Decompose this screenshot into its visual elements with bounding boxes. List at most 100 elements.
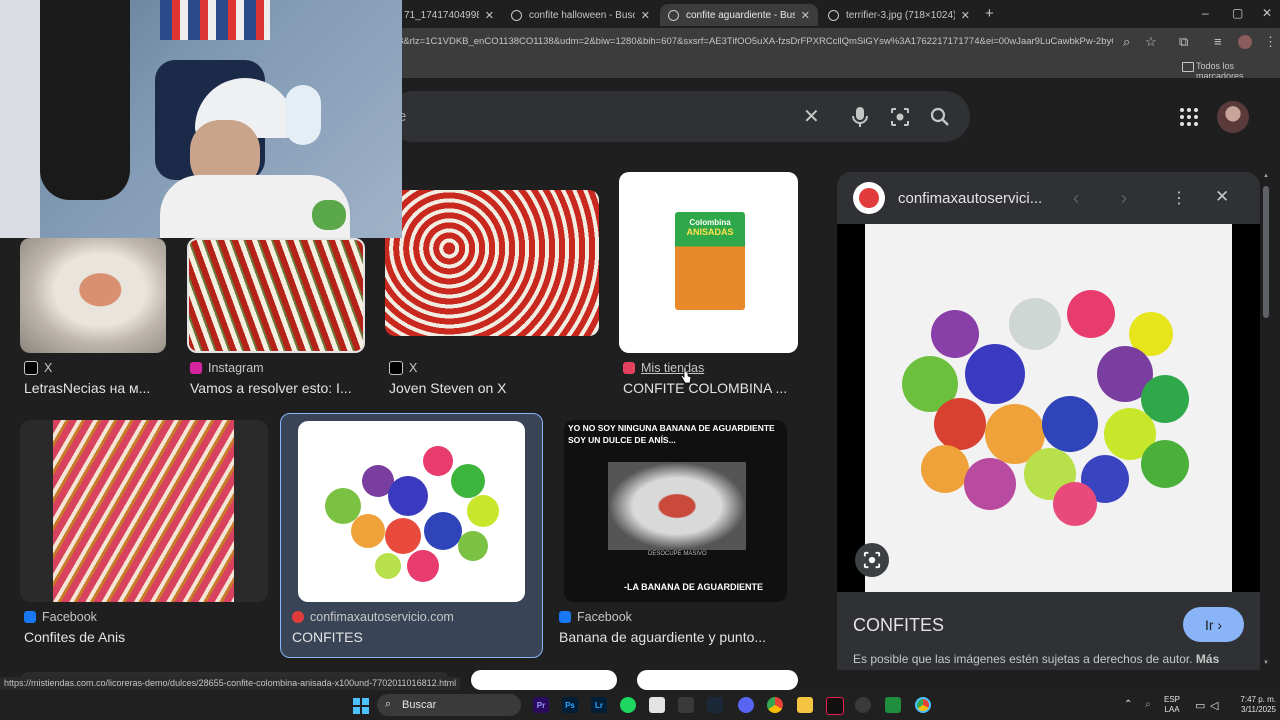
result-caption-5[interactable]: Confites de Anis: [24, 629, 125, 645]
tab-1[interactable]: 71_174174049983338 ✕: [396, 4, 502, 26]
visit-label: Ir: [1204, 616, 1214, 633]
result-image-1[interactable]: [20, 238, 166, 353]
microphone-icon[interactable]: [852, 106, 868, 133]
result-caption-3[interactable]: Joven Steven on X: [389, 380, 507, 396]
scroll-up-icon[interactable]: ▲: [1263, 173, 1269, 179]
close-window-button[interactable]: ✕: [1262, 6, 1272, 20]
tab-3[interactable]: confite aguardiente - Buscar con Google …: [660, 4, 818, 26]
next-icon[interactable]: ›: [1121, 188, 1127, 209]
tiktok-icon[interactable]: [826, 697, 844, 715]
notes-icon[interactable]: [649, 697, 665, 713]
result-image-9[interactable]: [471, 670, 617, 690]
discord-icon[interactable]: [738, 697, 754, 713]
result-caption-4[interactable]: CONFITE COLOMBINA ...: [623, 380, 787, 396]
capcut-icon[interactable]: [678, 697, 694, 713]
globe-icon: [828, 9, 839, 21]
clock-time: 7:47 p. m.: [1240, 695, 1276, 704]
taskbar-search[interactable]: [377, 694, 521, 716]
more-link[interactable]: Más: [1196, 652, 1219, 666]
source-label: Mis tiendas: [641, 361, 705, 375]
meme-bottom-text: -LA BANANA DE AGUARDIENTE: [624, 582, 763, 592]
result-caption-7[interactable]: Banana de aguardiente y punto...: [559, 629, 766, 645]
chrome-icon[interactable]: [767, 697, 783, 713]
volume-icon[interactable]: ◁: [1210, 699, 1218, 712]
result-source-3[interactable]: X: [389, 361, 417, 375]
result-caption-2[interactable]: Vamos a resolver esto: I...: [190, 380, 352, 396]
minimize-button[interactable]: –: [1202, 6, 1209, 20]
result-image-7[interactable]: YO NO SOY NINGUNA BANANA DE AGUARDIENTE …: [564, 420, 787, 602]
meme-top-text: YO NO SOY NINGUNA BANANA DE AGUARDIENTE …: [568, 423, 775, 445]
result-source-4[interactable]: Mis tiendas: [623, 361, 704, 375]
result-caption-6[interactable]: CONFITES: [292, 629, 363, 645]
bag-product: ANISADAS: [686, 227, 734, 237]
candy-pile: [325, 446, 499, 582]
language-indicator[interactable]: ESP LAA: [1164, 695, 1180, 715]
result-source-5[interactable]: Facebook: [24, 610, 97, 624]
tab-2[interactable]: confite halloween - Buscar con Google ✕: [503, 4, 658, 26]
photoshop-icon[interactable]: Ps: [562, 697, 578, 713]
result-source-1[interactable]: X: [24, 361, 52, 375]
openai-icon[interactable]: [855, 697, 871, 713]
profile-avatar[interactable]: [1238, 35, 1252, 49]
result-source-7[interactable]: Facebook: [559, 610, 632, 624]
language-code: ESP: [1164, 695, 1181, 704]
network-icon[interactable]: ▭: [1195, 699, 1205, 712]
tab-4-title: terrifier-3.jpg (718×1024): [846, 9, 955, 21]
tab-3-title: confite aguardiente - Buscar con Google: [686, 9, 795, 21]
result-image-3[interactable]: [385, 190, 599, 336]
star-icon[interactable]: ☆: [1145, 34, 1157, 50]
close-panel-icon[interactable]: ✕: [1215, 187, 1229, 207]
file-explorer-icon[interactable]: [797, 697, 813, 713]
result-card-5[interactable]: [20, 420, 268, 602]
visit-button[interactable]: Ir ›: [1183, 607, 1244, 642]
apps-icon[interactable]: [1180, 108, 1198, 126]
premiere-icon[interactable]: Pr: [533, 697, 549, 713]
windows-start-icon[interactable]: [353, 698, 369, 714]
microphone-icon[interactable]: ⌕: [1145, 699, 1151, 710]
maximize-button[interactable]: ▢: [1232, 6, 1243, 20]
panel-image[interactable]: [865, 224, 1232, 592]
close-icon[interactable]: ✕: [961, 9, 970, 22]
chrome-active-icon[interactable]: [915, 697, 931, 713]
search-icon[interactable]: [930, 107, 950, 132]
media-icon[interactable]: ≡: [1214, 34, 1222, 49]
panel-site-name[interactable]: confimaxautoservici...: [898, 190, 1042, 207]
result-image-2[interactable]: [187, 238, 365, 353]
prev-icon[interactable]: ‹: [1073, 188, 1079, 209]
tab-2-title: confite halloween - Buscar con Google: [529, 9, 635, 21]
source-label: Facebook: [577, 610, 632, 624]
new-tab-button[interactable]: +: [985, 5, 994, 22]
notice-text: Es posible que las imágenes estén sujeta…: [853, 652, 1193, 666]
frog-figure: [312, 200, 346, 230]
tab-4[interactable]: terrifier-3.jpg (718×1024) ✕: [820, 4, 978, 26]
scrollbar-thumb[interactable]: [1263, 186, 1269, 318]
spotify-icon[interactable]: [620, 697, 636, 713]
lens-icon[interactable]: [890, 107, 910, 132]
clear-icon[interactable]: ✕: [803, 104, 820, 129]
store-icon: [623, 362, 635, 374]
account-avatar[interactable]: [1217, 101, 1249, 133]
url-field[interactable]: 8&rlz=1C1VDKB_enCO1138CO1138&udm=2&biw=1…: [398, 36, 1113, 47]
lightroom-icon[interactable]: Lr: [591, 697, 607, 713]
excel-icon[interactable]: [885, 697, 901, 713]
close-icon[interactable]: ✕: [485, 9, 494, 22]
zoom-icon[interactable]: ⌕: [1123, 34, 1130, 50]
more-options-icon[interactable]: ⋮: [1171, 188, 1187, 208]
extensions-icon[interactable]: ⧉: [1179, 34, 1188, 50]
search-box[interactable]: [388, 91, 970, 142]
clock[interactable]: 7:47 p. m. 3/11/2025: [1230, 695, 1276, 715]
scroll-down-icon[interactable]: ▼: [1263, 660, 1269, 666]
close-icon[interactable]: ✕: [801, 9, 810, 22]
result-source-6[interactable]: confimaxautoservicio.com: [292, 610, 454, 624]
taskbar: [0, 690, 1280, 720]
result-caption-1[interactable]: LetrasNecias на м...: [24, 380, 150, 396]
close-icon[interactable]: ✕: [641, 9, 650, 22]
lens-icon[interactable]: [855, 543, 889, 577]
steam-icon[interactable]: [707, 697, 723, 713]
tray-chevron-icon[interactable]: ⌃: [1124, 699, 1132, 710]
result-image-4[interactable]: Colombina ANISADAS: [619, 172, 798, 353]
result-image-10[interactable]: [637, 670, 798, 690]
menu-icon[interactable]: ⋮: [1264, 34, 1277, 50]
result-image-6[interactable]: [298, 421, 525, 602]
result-source-2[interactable]: Instagram: [190, 361, 264, 375]
